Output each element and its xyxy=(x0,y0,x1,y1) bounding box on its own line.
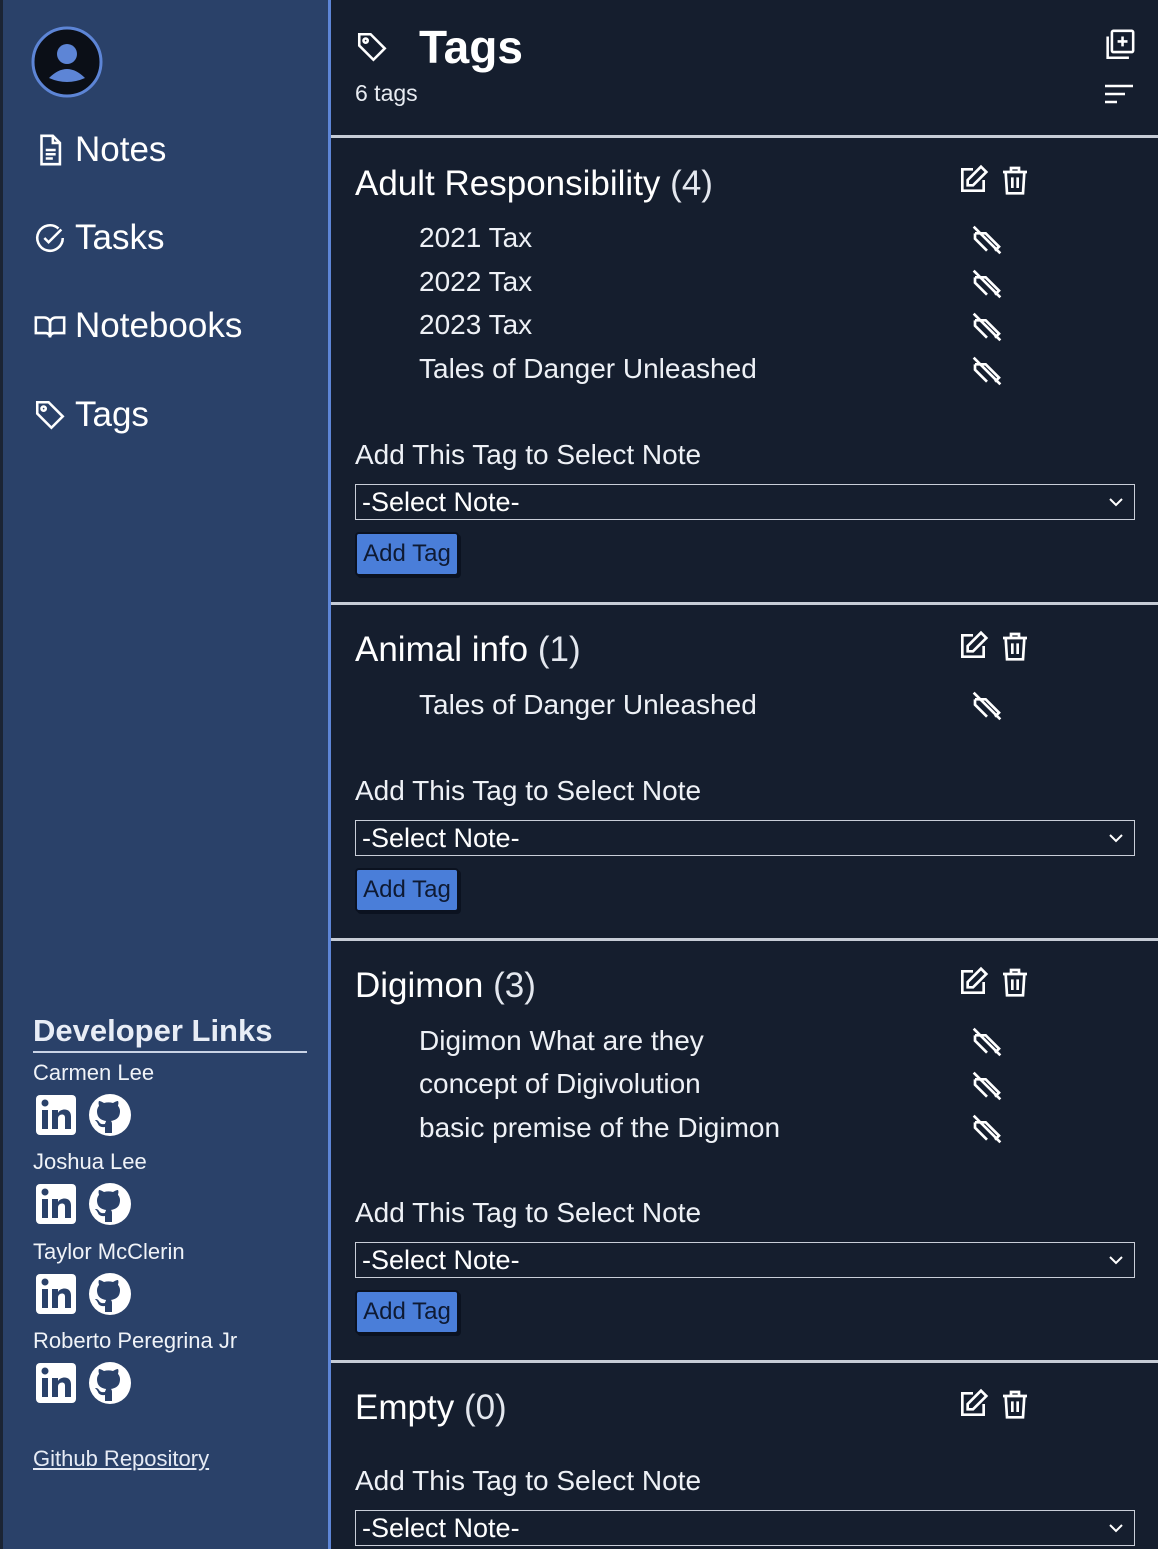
nav-notes[interactable]: Notes xyxy=(33,130,166,170)
tag-name: Adult Responsibility xyxy=(355,164,661,203)
nav-tasks-label: Tasks xyxy=(75,218,165,257)
main-content: Tags 6 tags Adult Responsibility (4) 202… xyxy=(331,0,1158,1549)
trash-icon[interactable] xyxy=(999,164,1031,196)
tag-icon xyxy=(357,32,387,62)
chevron-down-icon xyxy=(1109,834,1123,843)
remove-tag-icon[interactable] xyxy=(971,311,1003,343)
github-icon[interactable] xyxy=(87,1271,133,1317)
developer-entry: Carmen Lee xyxy=(33,1060,154,1138)
add-tag-label: Add This Tag to Select Note xyxy=(355,1197,702,1228)
select-note-dropdown[interactable]: -Select Note- xyxy=(355,1242,1135,1278)
tag-section: Digimon (3) Digimon What are they concep… xyxy=(331,941,1158,1363)
tagged-note: 2022 Tax xyxy=(419,266,533,297)
developer-entry: Taylor McClerin xyxy=(33,1239,185,1317)
tag-note-count: (3) xyxy=(493,966,536,1005)
add-tag-label: Add This Tag to Select Note xyxy=(355,439,702,470)
developer-entry: Joshua Lee xyxy=(33,1149,147,1227)
tagged-note: 2023 Tax xyxy=(419,309,533,340)
tagged-note: basic premise of the Digimon xyxy=(419,1112,781,1143)
tag-count: 6 tags xyxy=(355,80,418,106)
developer-entry: Roberto Peregrina Jr xyxy=(33,1328,237,1406)
tagged-note: 2021 Tax xyxy=(419,222,533,253)
select-note-value: -Select Note- xyxy=(362,1513,520,1543)
nav-tags[interactable]: Tags xyxy=(33,395,149,435)
nav-tasks[interactable]: Tasks xyxy=(33,218,164,258)
tag-heading: Animal info (1) xyxy=(355,630,581,670)
nav-tags-label: Tags xyxy=(75,395,149,434)
add-tag-button[interactable]: Add Tag xyxy=(355,1290,459,1334)
nav-notebooks-label: Notebooks xyxy=(75,306,243,345)
chevron-down-icon xyxy=(1109,1524,1123,1533)
add-tag-label: Add This Tag to Select Note xyxy=(355,1465,702,1496)
select-note-value: -Select Note- xyxy=(362,823,520,853)
trash-icon[interactable] xyxy=(999,1388,1031,1420)
tagged-note: Tales of Danger Unleashed xyxy=(419,689,757,720)
select-note-dropdown[interactable]: -Select Note- xyxy=(355,484,1135,520)
trash-icon[interactable] xyxy=(999,630,1031,662)
tag-section: Empty (0) Add This Tag to Select Note -S… xyxy=(331,1363,1158,1549)
github-repository-link[interactable]: Github Repository xyxy=(33,1446,209,1472)
add-tag-button[interactable]: Add Tag xyxy=(355,532,459,576)
linkedin-icon[interactable] xyxy=(33,1271,79,1317)
page-title: Tags xyxy=(419,21,523,73)
remove-tag-icon[interactable] xyxy=(971,224,1003,256)
linkedin-icon[interactable] xyxy=(33,1092,79,1138)
tag-note-count: (4) xyxy=(670,164,713,203)
remove-tag-icon[interactable] xyxy=(971,690,1003,722)
developer-name: Roberto Peregrina Jr xyxy=(33,1328,238,1353)
developer-name: Taylor McClerin xyxy=(33,1239,185,1264)
check-circle-icon xyxy=(35,224,65,253)
document-icon xyxy=(40,134,62,166)
edit-icon[interactable] xyxy=(957,1388,989,1420)
remove-tag-icon[interactable] xyxy=(971,355,1003,387)
developer-name: Joshua Lee xyxy=(33,1149,147,1174)
tag-icon xyxy=(35,400,65,430)
nav-notes-label: Notes xyxy=(75,130,167,169)
tagged-note: Tales of Danger Unleashed xyxy=(419,353,757,384)
github-icon[interactable] xyxy=(87,1360,133,1406)
tag-section: Adult Responsibility (4) 2021 Tax 2022 T… xyxy=(331,138,1158,605)
tag-note-count: (0) xyxy=(463,1388,507,1427)
open-book-icon xyxy=(34,316,66,338)
remove-tag-icon[interactable] xyxy=(971,1026,1003,1058)
add-tag-button[interactable]: Add Tag xyxy=(355,868,459,912)
sidebar: Notes Tasks Notebooks Tags Developer Lin… xyxy=(0,0,328,1549)
select-note-value: -Select Note- xyxy=(362,1245,520,1275)
developer-name: Carmen Lee xyxy=(33,1060,155,1085)
linkedin-icon[interactable] xyxy=(33,1360,79,1406)
select-note-dropdown[interactable]: -Select Note- xyxy=(355,820,1135,856)
tag-name: Digimon xyxy=(355,966,484,1005)
edit-icon[interactable] xyxy=(957,164,989,196)
remove-tag-icon[interactable] xyxy=(971,1113,1003,1145)
chevron-down-icon xyxy=(1109,498,1123,507)
tag-name: Animal info xyxy=(355,630,529,669)
edit-icon[interactable] xyxy=(957,630,989,662)
user-avatar-icon[interactable] xyxy=(31,26,103,98)
tag-heading: Digimon (3) xyxy=(355,966,536,1006)
tag-heading: Empty (0) xyxy=(355,1388,507,1428)
edit-icon[interactable] xyxy=(957,966,989,998)
tag-name: Empty xyxy=(355,1388,455,1427)
linkedin-icon[interactable] xyxy=(33,1181,79,1227)
github-icon[interactable] xyxy=(87,1092,133,1138)
trash-icon[interactable] xyxy=(999,966,1031,998)
sort-icon[interactable] xyxy=(1102,80,1136,108)
tagged-note: Digimon What are they xyxy=(419,1025,704,1056)
add-tag-icon[interactable] xyxy=(1102,28,1136,62)
tag-note-count: (1) xyxy=(537,630,581,669)
remove-tag-icon[interactable] xyxy=(971,1070,1003,1102)
select-note-dropdown[interactable]: -Select Note- xyxy=(355,1510,1135,1546)
remove-tag-icon[interactable] xyxy=(971,268,1003,300)
tagged-note: concept of Digivolution xyxy=(419,1068,701,1099)
select-note-value: -Select Note- xyxy=(362,487,520,517)
developer-links-title: Developer Links xyxy=(33,1013,307,1053)
tag-heading: Adult Responsibility (4) xyxy=(355,164,713,204)
nav-notebooks[interactable]: Notebooks xyxy=(33,306,242,346)
tag-section: Animal info (1) Tales of Danger Unleashe… xyxy=(331,605,1158,941)
github-icon[interactable] xyxy=(87,1181,133,1227)
chevron-down-icon xyxy=(1109,1256,1123,1265)
add-tag-label: Add This Tag to Select Note xyxy=(355,775,702,806)
page-header: Tags 6 tags xyxy=(331,0,1158,138)
